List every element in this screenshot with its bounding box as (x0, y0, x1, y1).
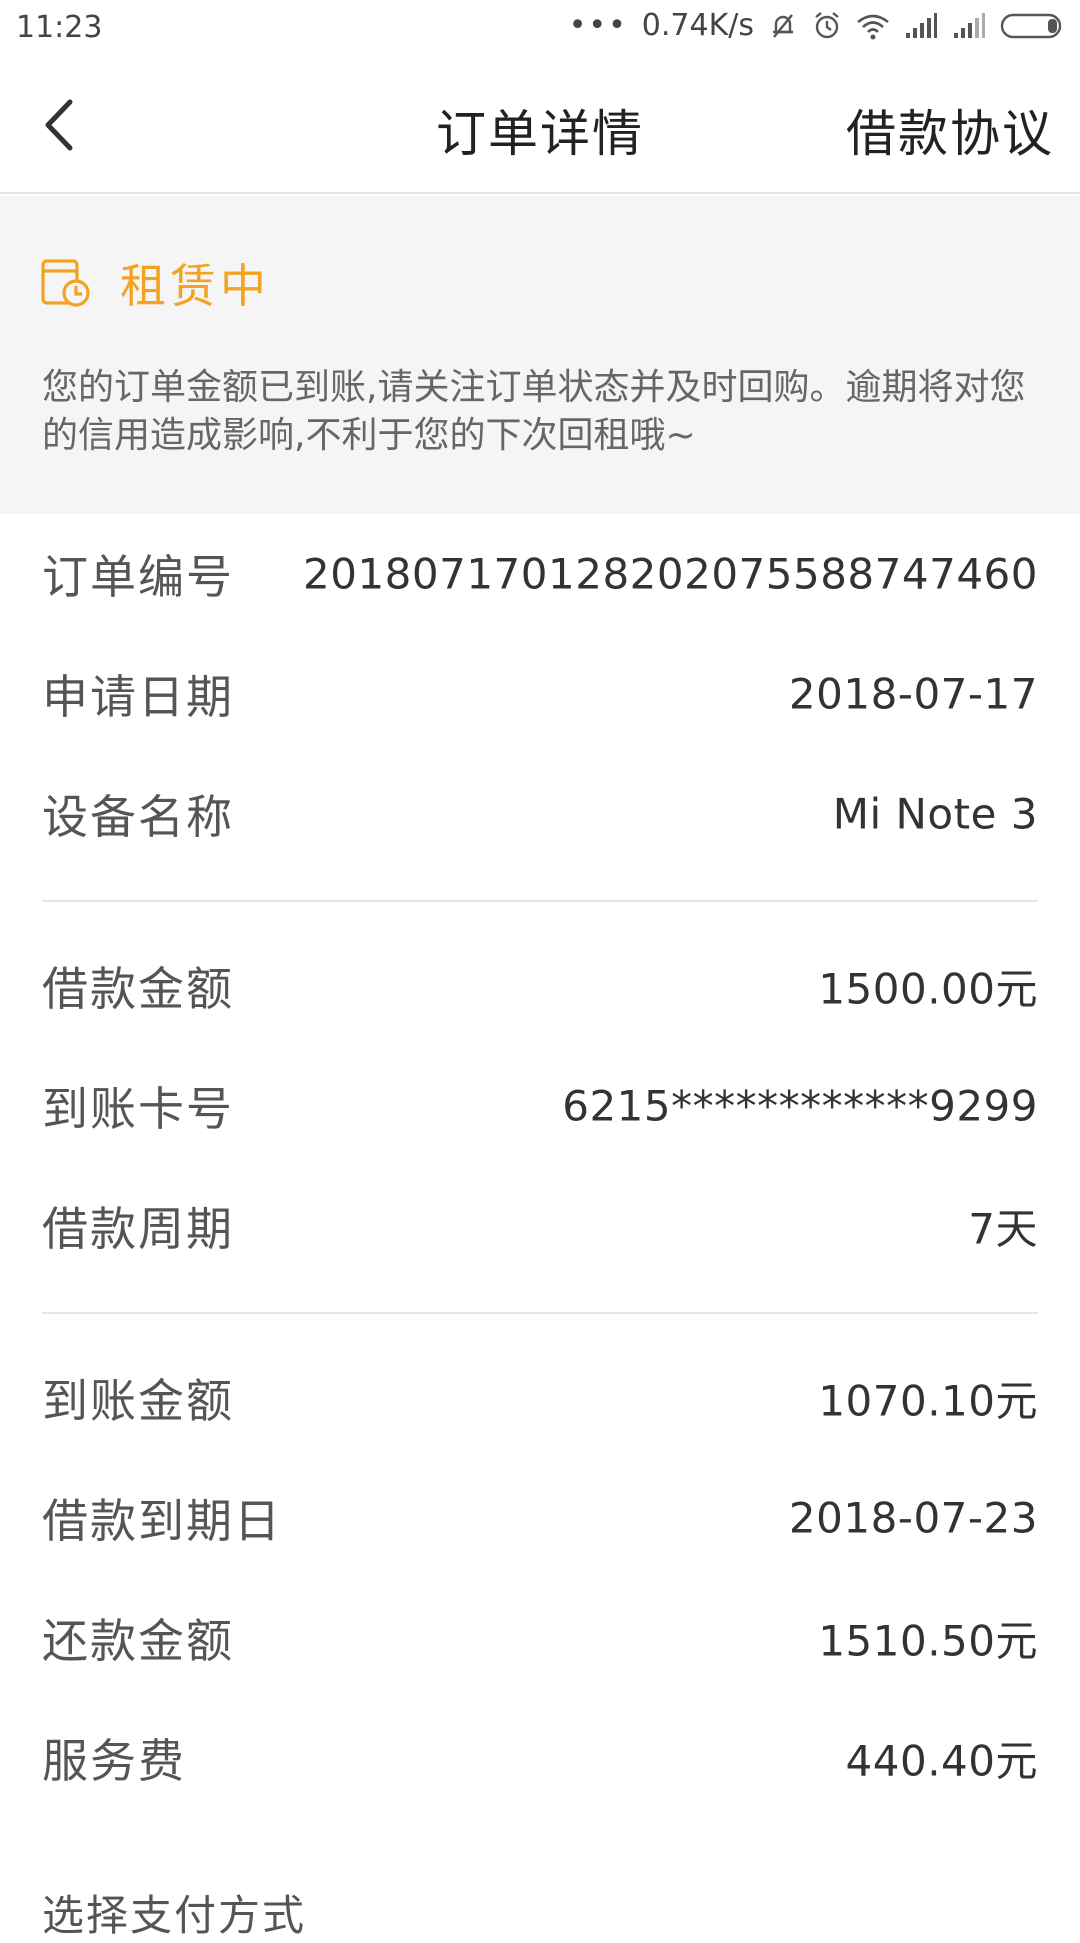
bell-muted-icon (773, 13, 793, 38)
row-repay-amount: 还款金额 1510.50元 (0, 1578, 1080, 1698)
pay-method-label[interactable]: 选择支付方式 (42, 1882, 306, 1943)
row-value: 1500.00元 (818, 964, 1038, 1014)
status-description: 您的订单金额已到账,请关注订单状态并及时回购。逾期将对您的信用造成影响,不利于您… (42, 367, 1026, 456)
battery-icon (1000, 13, 1062, 38)
row-service-fee: 服务费 440.40元 (0, 1698, 1080, 1818)
row-value: 1070.10元 (818, 1376, 1038, 1426)
row-label: 借款到期日 (42, 1494, 282, 1548)
nav-bar: 订单详情 借款协议 (0, 56, 1080, 194)
row-value: 7天 (968, 1204, 1038, 1254)
row-label: 借款周期 (42, 1202, 234, 1256)
row-apply-date: 申请日期 2018-07-17 (0, 634, 1080, 754)
status-icons: ••• 0.74K/s (569, 8, 1066, 43)
row-label: 设备名称 (42, 790, 234, 844)
row-order-number: 订单编号 201807170128202075588747460 (0, 514, 1080, 634)
order-status-card: 租赁中 您的订单金额已到账,请关注订单状态并及时回购。逾期将对您的信用造成影响,… (0, 196, 1080, 514)
row-value: 1510.50元 (818, 1616, 1038, 1666)
status-header: 租赁中 (40, 250, 270, 316)
row-value: 201807170128202075588747460 (303, 549, 1038, 599)
wifi-icon (857, 14, 889, 39)
status-label: 租赁中 (120, 259, 270, 313)
more-dots: ••• (568, 8, 628, 43)
row-loan-amount: 借款金额 1500.00元 (0, 926, 1080, 1046)
row-loan-period: 借款周期 7天 (0, 1166, 1080, 1286)
row-label: 还款金额 (42, 1614, 234, 1668)
row-label: 到账金额 (42, 1374, 234, 1428)
status-bar: 11:23 ••• 0.74K/s (0, 0, 1080, 56)
order-details: 订单编号 201807170128202075588747460 申请日期 20… (0, 514, 1080, 1818)
section-divider (0, 1286, 1080, 1338)
row-due-date: 借款到期日 2018-07-23 (0, 1458, 1080, 1578)
loan-agreement-link[interactable]: 借款协议 (846, 94, 1054, 166)
row-value: Mi Note 3 (832, 789, 1038, 839)
row-received-amount: 到账金额 1070.10元 (0, 1338, 1080, 1458)
row-value: 2018-07-17 (788, 669, 1038, 719)
alarm-icon (815, 11, 839, 38)
row-label: 申请日期 (42, 670, 234, 724)
row-value: 6215************9299 (562, 1081, 1038, 1131)
status-time: 11:23 (16, 10, 103, 45)
row-value: 440.40元 (845, 1736, 1038, 1786)
signal-icon (906, 12, 937, 38)
row-device-name: 设备名称 Mi Note 3 (0, 754, 1080, 874)
network-speed: 0.74K/s (641, 8, 754, 43)
row-card-number: 到账卡号 6215************9299 (0, 1046, 1080, 1166)
row-label: 借款金额 (42, 962, 234, 1016)
row-label: 到账卡号 (42, 1082, 234, 1136)
row-label: 订单编号 (42, 550, 234, 604)
calendar-clock-icon (41, 259, 90, 307)
section-divider (0, 874, 1080, 926)
signal-icon-2 (954, 12, 985, 38)
row-value: 2018-07-23 (788, 1493, 1038, 1543)
row-label: 服务费 (42, 1734, 186, 1788)
